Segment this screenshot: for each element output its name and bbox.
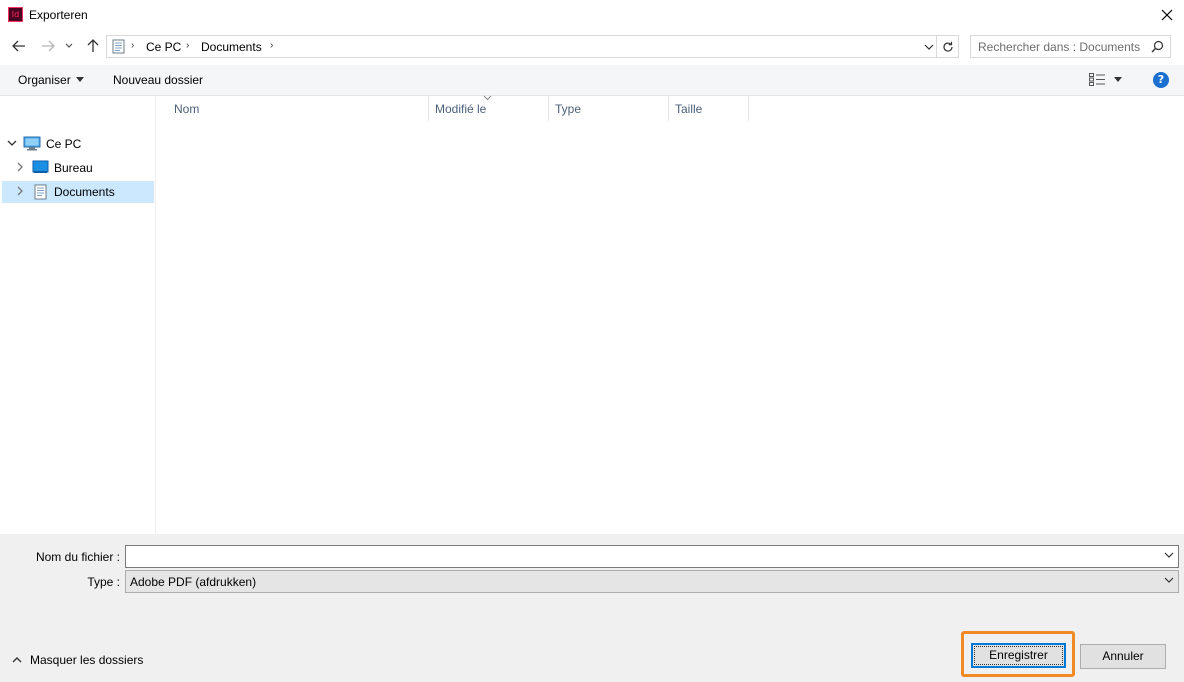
tree-label-bureau: Bureau xyxy=(54,161,93,175)
organize-label: Organiser xyxy=(18,73,71,87)
new-folder-button[interactable]: Nouveau dossier xyxy=(113,73,203,87)
column-header-modified[interactable]: Modifié le xyxy=(429,95,548,121)
column-modified-label: Modifié le xyxy=(435,102,487,116)
chevron-down-icon xyxy=(924,44,934,50)
column-divider[interactable] xyxy=(748,96,749,121)
search-box[interactable] xyxy=(970,35,1171,58)
chevron-right-icon[interactable] xyxy=(17,162,24,172)
file-type-select[interactable]: Adobe PDF (afdrukken) xyxy=(125,570,1179,593)
type-label: Type : xyxy=(87,575,120,589)
tree-item-ce-pc[interactable]: Ce PC xyxy=(2,133,154,155)
back-button[interactable] xyxy=(9,36,29,56)
title-bar: Id Exporteren xyxy=(0,0,1184,30)
file-type-value: Adobe PDF (afdrukken) xyxy=(130,575,257,589)
close-icon xyxy=(1161,9,1173,21)
refresh-icon xyxy=(942,41,953,52)
documents-icon xyxy=(112,39,125,54)
address-history-dropdown[interactable] xyxy=(922,39,936,54)
save-button-label: Enregistrer xyxy=(989,648,1048,662)
filename-field[interactable] xyxy=(125,545,1179,568)
breadcrumb-separator-icon[interactable]: › xyxy=(131,40,134,51)
computer-icon xyxy=(23,136,41,151)
tree-item-bureau[interactable]: Bureau xyxy=(2,157,154,179)
close-button[interactable] xyxy=(1150,0,1184,30)
chevron-down-icon[interactable] xyxy=(7,140,17,147)
cancel-button[interactable]: Annuler xyxy=(1080,644,1166,669)
address-bar[interactable]: › Ce PC › Documents › xyxy=(106,35,937,58)
column-header-type[interactable]: Type xyxy=(549,96,668,121)
breadcrumb-separator-icon[interactable]: › xyxy=(186,40,189,51)
forward-button[interactable] xyxy=(38,36,58,56)
search-input[interactable] xyxy=(978,39,1148,54)
arrow-left-icon xyxy=(12,40,25,52)
recent-locations-button[interactable] xyxy=(62,36,76,56)
column-name-label: Nom xyxy=(174,102,200,116)
filename-input[interactable] xyxy=(126,546,1146,567)
arrow-right-icon xyxy=(42,40,55,52)
view-details-icon[interactable] xyxy=(1089,73,1105,86)
help-icon[interactable]: ? xyxy=(1153,72,1169,88)
search-icon xyxy=(1151,40,1164,53)
organize-menu-button[interactable]: Organiser xyxy=(18,73,84,87)
tree-label-ce-pc: Ce PC xyxy=(46,137,82,151)
column-type-label: Type xyxy=(555,102,582,116)
navigation-pane: Ce PC Bureau Documents xyxy=(0,96,156,534)
sort-chevron-icon xyxy=(483,95,492,101)
save-form-panel: Nom du fichier : Type : Adobe PDF (afdru… xyxy=(0,534,1184,682)
up-button[interactable] xyxy=(83,36,103,56)
caret-down-icon xyxy=(75,77,84,82)
hide-folders-label: Masquer les dossiers xyxy=(30,653,144,667)
chevron-down-icon xyxy=(1164,577,1174,583)
indesign-app-icon: Id xyxy=(8,7,23,22)
chevron-right-icon[interactable] xyxy=(17,186,24,196)
column-header-name[interactable]: Nom xyxy=(157,96,428,121)
column-size-label: Taille xyxy=(675,102,703,116)
arrow-up-icon xyxy=(87,39,99,52)
documents-folder-icon xyxy=(34,184,47,200)
breadcrumb-separator-icon[interactable]: › xyxy=(270,40,273,51)
window-title: Exporteren xyxy=(29,8,88,22)
desktop-folder-icon xyxy=(32,160,49,173)
file-list[interactable]: Nom Modifié le Type Taille xyxy=(157,95,1184,534)
chevron-down-icon[interactable] xyxy=(1164,552,1174,558)
breadcrumb-ce-pc[interactable]: Ce PC xyxy=(146,40,181,54)
view-options-dropdown[interactable] xyxy=(1114,77,1122,82)
command-toolbar: Organiser Nouveau dossier xyxy=(0,65,1184,96)
column-header-size[interactable]: Taille xyxy=(669,96,748,121)
tree-item-documents[interactable]: Documents xyxy=(2,181,154,203)
save-button[interactable]: Enregistrer xyxy=(971,643,1066,668)
chevron-down-icon xyxy=(65,43,73,48)
filename-label: Nom du fichier : xyxy=(35,550,120,564)
refresh-button[interactable] xyxy=(937,35,959,58)
chevron-up-icon xyxy=(12,657,22,663)
tree-label-documents: Documents xyxy=(54,185,115,199)
breadcrumb-documents[interactable]: Documents xyxy=(201,40,262,54)
